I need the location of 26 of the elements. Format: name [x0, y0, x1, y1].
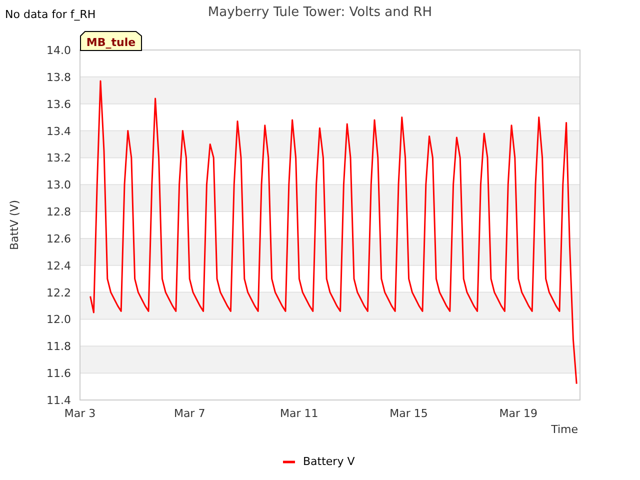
y-tick-label: 13.4 [46, 124, 71, 138]
x-tick-label: Mar 3 [64, 407, 96, 420]
y-tick-label: 12.6 [46, 232, 71, 246]
y-tick-label: 14.0 [46, 44, 71, 57]
y-tick-label: 13.8 [46, 70, 71, 84]
y-tick-label: 11.8 [46, 340, 71, 354]
legend-swatch [283, 460, 295, 464]
x-tick-label: Mar 7 [174, 407, 206, 420]
y-tick-label: 11.6 [46, 367, 71, 380]
y-tick-label: 13.0 [46, 178, 71, 192]
station-label: MB_tule [80, 31, 142, 51]
y-tick-label: 12.4 [46, 259, 71, 272]
y-tick-label: 13.2 [46, 152, 71, 165]
no-data-note: No data for f_RH [5, 8, 96, 21]
x-tick-label: Mar 11 [280, 407, 318, 420]
x-tick-label: Mar 19 [499, 407, 538, 420]
y-axis-label: BattV (V) [8, 200, 21, 250]
y-tick-label: 11.4 [46, 394, 71, 407]
x-tick-label: Mar 15 [390, 407, 428, 420]
y-tick-label: 12.2 [46, 286, 71, 300]
y-tick-label: 12.0 [46, 313, 71, 326]
y-tick-label: 13.6 [46, 98, 71, 111]
chart-title: Mayberry Tule Tower: Volts and RH [208, 5, 432, 20]
legend-label: Battery V [303, 455, 355, 468]
y-tick-label: 12.8 [46, 206, 71, 219]
x-axis-label: Time [551, 423, 578, 436]
